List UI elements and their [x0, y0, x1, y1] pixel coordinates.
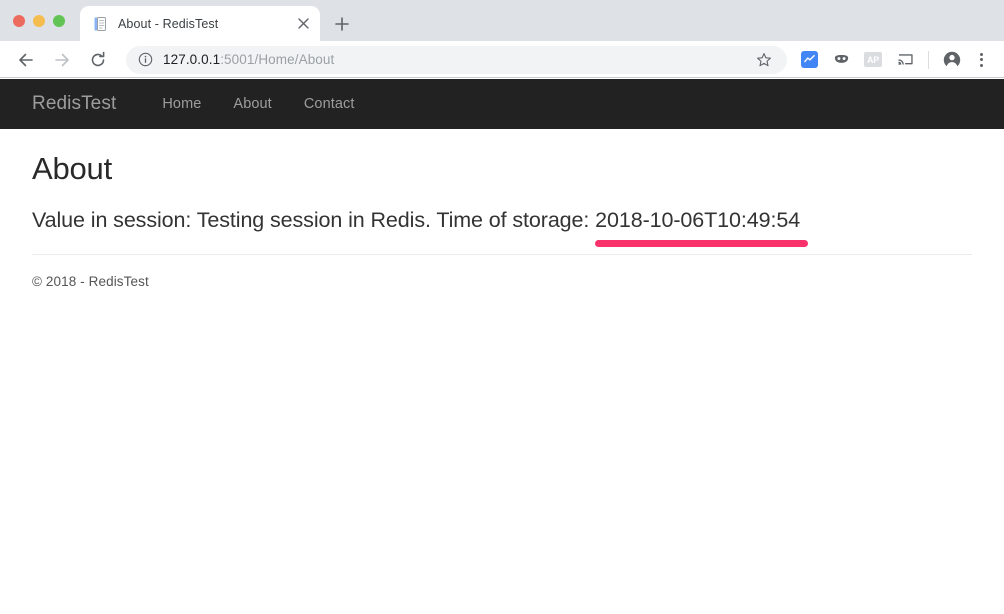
site-footer: © 2018 - RedisTest	[32, 274, 149, 289]
star-icon[interactable]	[751, 47, 777, 73]
ap-extension-icon[interactable]: AP	[860, 47, 886, 73]
menu-dot	[979, 63, 983, 67]
nav-link-home[interactable]: Home	[146, 96, 217, 112]
analytics-extension-badge	[800, 51, 818, 68]
timestamp-highlight-annotation	[595, 240, 809, 247]
url-host: 127.0.0.1	[163, 52, 221, 67]
tab-title: About - RedisTest	[118, 16, 219, 31]
cast-icon[interactable]	[892, 47, 918, 73]
site-navbar: RedisTest Home About Contact	[0, 79, 1004, 129]
new-tab-button[interactable]	[330, 12, 354, 36]
menu-dot	[979, 58, 983, 61]
info-circle-icon[interactable]	[136, 51, 154, 69]
browser-toolbar: 127.0.0.1:5001/Home/About AP	[0, 41, 1004, 78]
reload-icon[interactable]	[84, 46, 112, 74]
site-nav-links: Home About Contact	[146, 96, 370, 112]
tab-strip: About - RedisTest	[0, 0, 1004, 41]
document-icon	[92, 16, 108, 32]
session-timestamp-wrap: 2018-10-06T10:49:54	[595, 208, 809, 247]
session-label: Value in session: Testing session in Red…	[32, 208, 596, 232]
three-dot-menu-icon[interactable]	[968, 47, 994, 73]
analytics-extension-icon[interactable]	[796, 47, 822, 73]
site-brand[interactable]: RedisTest	[32, 93, 116, 115]
avatar-icon[interactable]	[939, 47, 965, 73]
menu-dot	[979, 52, 983, 56]
session-timestamp: 2018-10-06T10:49:54	[595, 208, 801, 232]
browser-window: About - RedisTest 127.0.0.1:5001/Home/Ab…	[0, 0, 1004, 614]
window-maximize-button[interactable]	[53, 15, 65, 27]
forward-arrow-icon[interactable]	[48, 46, 76, 74]
mask-extension-icon[interactable]	[828, 47, 854, 73]
ap-extension-badge: AP	[864, 52, 882, 67]
address-bar[interactable]: 127.0.0.1:5001/Home/About	[126, 45, 787, 74]
window-controls	[13, 15, 65, 27]
nav-link-contact[interactable]: Contact	[288, 96, 371, 112]
page-content: About Value in session: Testing session …	[0, 151, 1004, 289]
page-title: About	[32, 151, 113, 186]
content-divider	[32, 254, 972, 255]
back-arrow-icon[interactable]	[12, 46, 40, 74]
url-path: :5001/Home/About	[220, 52, 335, 67]
page-viewport: RedisTest Home About Contact About Value…	[0, 79, 1004, 614]
window-close-button[interactable]	[13, 15, 25, 27]
nav-link-about[interactable]: About	[217, 96, 287, 112]
session-value-line: Value in session: Testing session in Red…	[32, 208, 972, 247]
address-bar-url: 127.0.0.1:5001/Home/About	[163, 52, 751, 67]
browser-tab-active[interactable]: About - RedisTest	[80, 6, 320, 41]
window-minimize-button[interactable]	[33, 15, 45, 27]
toolbar-divider	[928, 50, 929, 69]
tab-close-icon[interactable]	[294, 15, 312, 33]
